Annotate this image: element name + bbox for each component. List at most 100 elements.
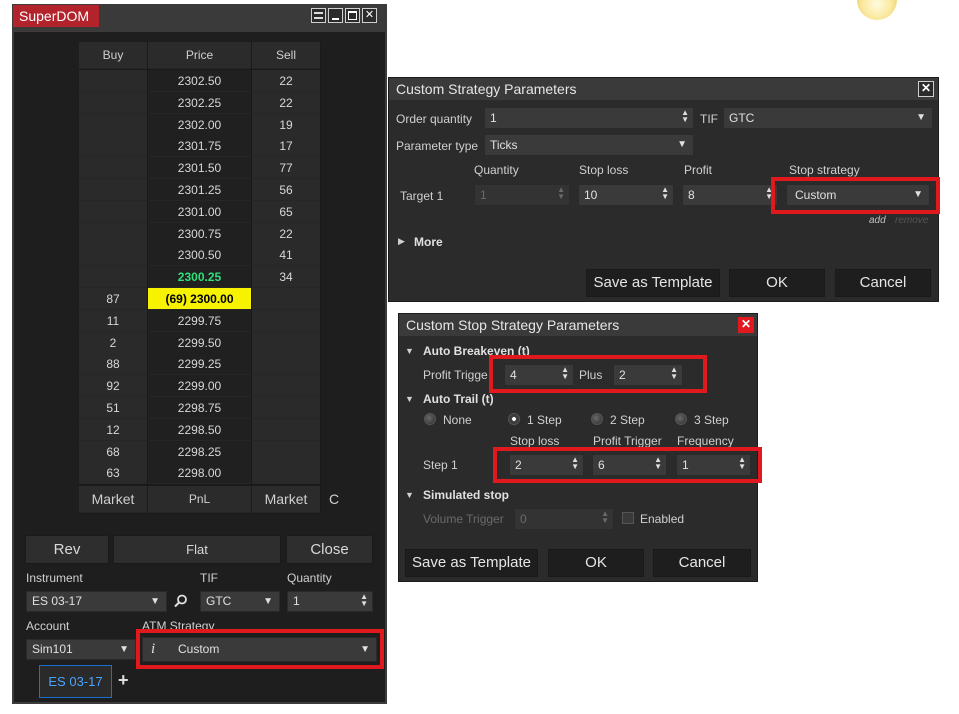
- sell-cell[interactable]: 34: [252, 266, 320, 288]
- price-cell[interactable]: 2302.50: [148, 70, 251, 92]
- rev-button[interactable]: Rev: [25, 535, 109, 564]
- close-icon[interactable]: ✕: [362, 8, 377, 23]
- target-quantity-stepper[interactable]: 1 ▲ ▼: [474, 184, 570, 206]
- price-cell[interactable]: 2301.50: [148, 157, 251, 179]
- price-cell[interactable]: 2300.75: [148, 223, 251, 245]
- buy-cell[interactable]: 68: [79, 441, 147, 463]
- auto-trail-toggle[interactable]: Auto Trail (t): [423, 392, 494, 406]
- order-quantity-stepper[interactable]: 1 ▲ ▼: [484, 107, 694, 129]
- tab-es-03-17[interactable]: ES 03-17: [39, 665, 112, 698]
- flat-button[interactable]: Flat: [113, 535, 281, 564]
- buy-cell[interactable]: 88: [79, 353, 147, 375]
- price-cell[interactable]: 2299.25: [148, 353, 251, 375]
- radio-3-step[interactable]: [675, 413, 687, 425]
- buy-cell[interactable]: [79, 114, 147, 136]
- buy-cell[interactable]: 11: [79, 310, 147, 332]
- quantity-stepper[interactable]: 1 ▲ ▼: [287, 591, 373, 612]
- sell-cell[interactable]: [252, 288, 320, 310]
- account-select[interactable]: Sim101 ▼: [26, 639, 136, 660]
- buy-cell[interactable]: [79, 92, 147, 114]
- cancel-button[interactable]: Cancel: [835, 269, 931, 297]
- price-cell[interactable]: 2298.00: [148, 462, 251, 484]
- sell-cell[interactable]: [252, 462, 320, 484]
- sell-cell[interactable]: [252, 375, 320, 397]
- spinner-icon[interactable]: ▲ ▼: [681, 109, 689, 124]
- sell-cell[interactable]: 56: [252, 179, 320, 201]
- price-cell[interactable]: 2302.25: [148, 92, 251, 114]
- position-price-cell[interactable]: (69) 2300.00: [148, 288, 251, 310]
- more-toggle[interactable]: More: [414, 235, 443, 249]
- sell-cell[interactable]: [252, 332, 320, 354]
- price-cell[interactable]: 2300.25: [148, 266, 251, 288]
- market-sell-button[interactable]: Market: [252, 486, 320, 513]
- save-as-template-button[interactable]: Save as Template: [586, 269, 720, 297]
- remove-link[interactable]: remove: [895, 215, 928, 226]
- add-tab-button[interactable]: +: [118, 670, 129, 691]
- price-cell[interactable]: 2299.50: [148, 332, 251, 354]
- buy-cell[interactable]: [79, 244, 147, 266]
- price-cell[interactable]: 2299.00: [148, 375, 251, 397]
- target-stop-loss-stepper[interactable]: 10 ▲ ▼: [578, 184, 674, 206]
- tif-select[interactable]: GTC ▼: [200, 591, 280, 612]
- simulated-stop-toggle[interactable]: Simulated stop: [423, 488, 509, 502]
- close-icon[interactable]: ✕: [738, 317, 754, 333]
- maximize-icon[interactable]: [345, 8, 360, 23]
- sell-cell[interactable]: [252, 441, 320, 463]
- buy-cell[interactable]: [79, 223, 147, 245]
- spinner-icon[interactable]: ▲ ▼: [360, 593, 368, 608]
- save-as-template-button[interactable]: Save as Template: [405, 549, 538, 577]
- cancel-button[interactable]: Cancel: [653, 549, 751, 577]
- pnl-label[interactable]: PnL: [148, 486, 251, 513]
- enabled-checkbox[interactable]: [622, 512, 634, 524]
- price-cell[interactable]: 2301.00: [148, 201, 251, 223]
- buy-cell[interactable]: [79, 135, 147, 157]
- target-profit-stepper[interactable]: 8 ▲ ▼: [682, 184, 778, 206]
- sell-cell[interactable]: 65: [252, 201, 320, 223]
- ok-button[interactable]: OK: [729, 269, 825, 297]
- radio-2-step[interactable]: [591, 413, 603, 425]
- price-cell[interactable]: 2298.50: [148, 419, 251, 441]
- market-buy-button[interactable]: Market: [79, 486, 147, 513]
- buy-cell[interactable]: [79, 179, 147, 201]
- buy-cell[interactable]: [79, 201, 147, 223]
- sell-cell[interactable]: 19: [252, 114, 320, 136]
- buy-cell[interactable]: 2: [79, 332, 147, 354]
- collapse-arrow-icon[interactable]: ▼: [405, 394, 414, 404]
- close-position-button[interactable]: Close: [286, 535, 373, 564]
- radio-1-step[interactable]: [508, 413, 520, 425]
- sell-cell[interactable]: 77: [252, 157, 320, 179]
- sell-cell[interactable]: 22: [252, 92, 320, 114]
- sell-cell[interactable]: [252, 310, 320, 332]
- sell-cell[interactable]: [252, 397, 320, 419]
- price-cell[interactable]: 2299.75: [148, 310, 251, 332]
- tif-select[interactable]: GTC ▼: [723, 107, 933, 129]
- list-icon[interactable]: [311, 8, 326, 23]
- ok-button[interactable]: OK: [548, 549, 644, 577]
- sell-cell[interactable]: 17: [252, 135, 320, 157]
- c-label[interactable]: C: [329, 491, 339, 507]
- buy-cell[interactable]: 51: [79, 397, 147, 419]
- buy-cell[interactable]: 12: [79, 419, 147, 441]
- sell-cell[interactable]: [252, 419, 320, 441]
- buy-cell[interactable]: 92: [79, 375, 147, 397]
- radio-none[interactable]: [424, 413, 436, 425]
- sell-cell[interactable]: 22: [252, 70, 320, 92]
- price-cell[interactable]: 2298.75: [148, 397, 251, 419]
- close-icon[interactable]: ✕: [918, 81, 934, 97]
- buy-cell[interactable]: 87: [79, 288, 147, 310]
- price-cell[interactable]: 2302.00: [148, 114, 251, 136]
- sell-cell[interactable]: [252, 353, 320, 375]
- buy-cell[interactable]: [79, 266, 147, 288]
- collapse-arrow-icon[interactable]: ▼: [405, 490, 414, 500]
- spinner-icon[interactable]: ▲ ▼: [661, 186, 669, 201]
- expand-arrow-icon[interactable]: ▶: [398, 236, 405, 247]
- buy-cell[interactable]: [79, 70, 147, 92]
- search-icon[interactable]: [174, 594, 188, 608]
- price-cell[interactable]: 2301.25: [148, 179, 251, 201]
- parameter-type-select[interactable]: Ticks ▼: [484, 134, 694, 156]
- buy-cell[interactable]: [79, 157, 147, 179]
- buy-cell[interactable]: 63: [79, 462, 147, 484]
- instrument-select[interactable]: ES 03-17 ▼: [26, 591, 167, 612]
- minimize-icon[interactable]: [328, 8, 343, 23]
- price-cell[interactable]: 2300.50: [148, 244, 251, 266]
